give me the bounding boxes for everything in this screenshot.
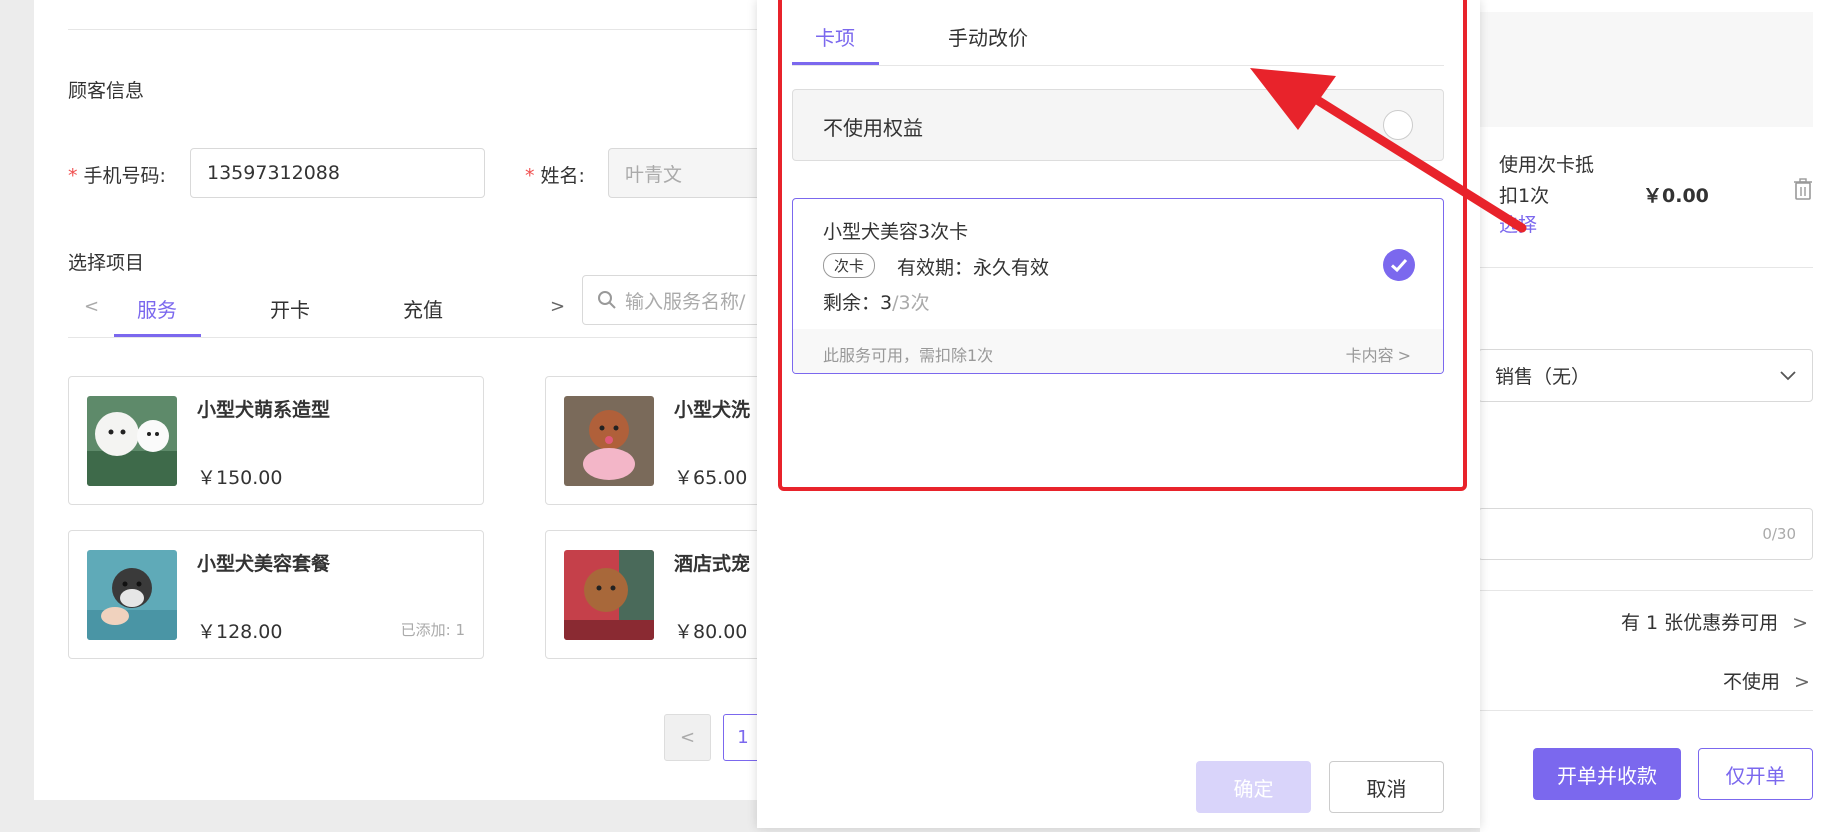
- service-card[interactable]: 小型犬萌系造型 ￥150.00: [68, 376, 484, 505]
- page-prev-button[interactable]: <: [664, 714, 711, 761]
- tabs-next-icon[interactable]: >: [550, 296, 565, 317]
- service-price: ￥128.00: [197, 621, 283, 643]
- name-label-text: 姓名:: [540, 165, 585, 187]
- name-input[interactable]: 叶青文: [608, 148, 768, 198]
- phone-label-text: 手机号码:: [83, 165, 166, 187]
- submit-and-pay-button[interactable]: 开单并收款: [1533, 748, 1681, 800]
- search-placeholder: 输入服务名称/: [625, 290, 746, 313]
- coupon-row[interactable]: 有 1 张优惠券可用 >: [1621, 608, 1808, 635]
- service-name: 小型犬洗: [674, 399, 751, 421]
- confirm-button[interactable]: 确定: [1196, 761, 1311, 813]
- chevron-down-icon: [1780, 371, 1796, 381]
- search-input[interactable]: 输入服务名称/: [582, 275, 772, 325]
- order-divider: [1480, 590, 1813, 591]
- submit-only-button[interactable]: 仅开单: [1698, 748, 1813, 800]
- service-name: 酒店式宠: [674, 553, 751, 575]
- service-thumbnail: [87, 396, 177, 486]
- tab-open-card[interactable]: 开卡: [270, 294, 310, 323]
- phone-value: 13597312088: [207, 162, 340, 184]
- order-divider: [1480, 267, 1813, 268]
- search-icon: [598, 291, 616, 309]
- trash-icon[interactable]: [1793, 178, 1813, 204]
- top-divider: [68, 29, 768, 30]
- annotation-arrow-icon: [1250, 68, 1527, 233]
- phone-label: * 手机号码:: [68, 161, 166, 188]
- service-card[interactable]: 酒店式宠 ￥80.00: [545, 530, 770, 659]
- sales-value: 销售（无）: [1495, 366, 1591, 388]
- note-counter: 0/30: [1762, 525, 1796, 543]
- service-price: ￥150.00: [197, 467, 283, 489]
- tab-service[interactable]: 服务: [137, 294, 177, 323]
- tab-recharge[interactable]: 充值: [403, 294, 443, 323]
- customer-section-title: 顾客信息: [68, 80, 145, 102]
- name-placeholder: 叶青文: [625, 163, 683, 186]
- note-input[interactable]: 0/30: [1478, 508, 1813, 560]
- service-name: 小型犬美容套餐: [197, 553, 331, 575]
- chevron-right-icon: >: [1794, 671, 1810, 693]
- service-name: 小型犬萌系造型: [197, 399, 331, 421]
- cancel-button[interactable]: 取消: [1329, 761, 1444, 813]
- service-price: ￥65.00: [674, 467, 748, 489]
- discount-text: 不使用: [1723, 671, 1781, 693]
- service-thumbnail: [564, 550, 654, 640]
- phone-input[interactable]: 13597312088: [190, 148, 485, 198]
- chevron-right-icon: >: [1792, 612, 1809, 634]
- items-section-title: 选择项目: [68, 252, 145, 274]
- required-mark: *: [525, 165, 535, 187]
- tabs-divider: [68, 337, 768, 338]
- service-price: ￥80.00: [674, 621, 748, 643]
- service-thumbnail: [87, 550, 177, 640]
- added-count: 已添加: 1: [400, 621, 465, 639]
- name-label: * 姓名:: [525, 161, 585, 188]
- service-card[interactable]: 小型犬美容套餐 ￥128.00 已添加: 1: [68, 530, 484, 659]
- service-card[interactable]: 小型犬洗 ￥65.00: [545, 376, 770, 505]
- coupon-text: 有 1 张优惠券可用: [1621, 612, 1779, 634]
- tabs-prev-icon[interactable]: <: [84, 296, 99, 317]
- order-divider: [1480, 710, 1813, 711]
- discount-row[interactable]: 不使用 >: [1723, 667, 1810, 694]
- deduct-amount: ￥0.00: [1643, 185, 1709, 207]
- sales-select[interactable]: 销售（无）: [1478, 349, 1813, 402]
- service-thumbnail: [564, 396, 654, 486]
- required-mark: *: [68, 165, 78, 187]
